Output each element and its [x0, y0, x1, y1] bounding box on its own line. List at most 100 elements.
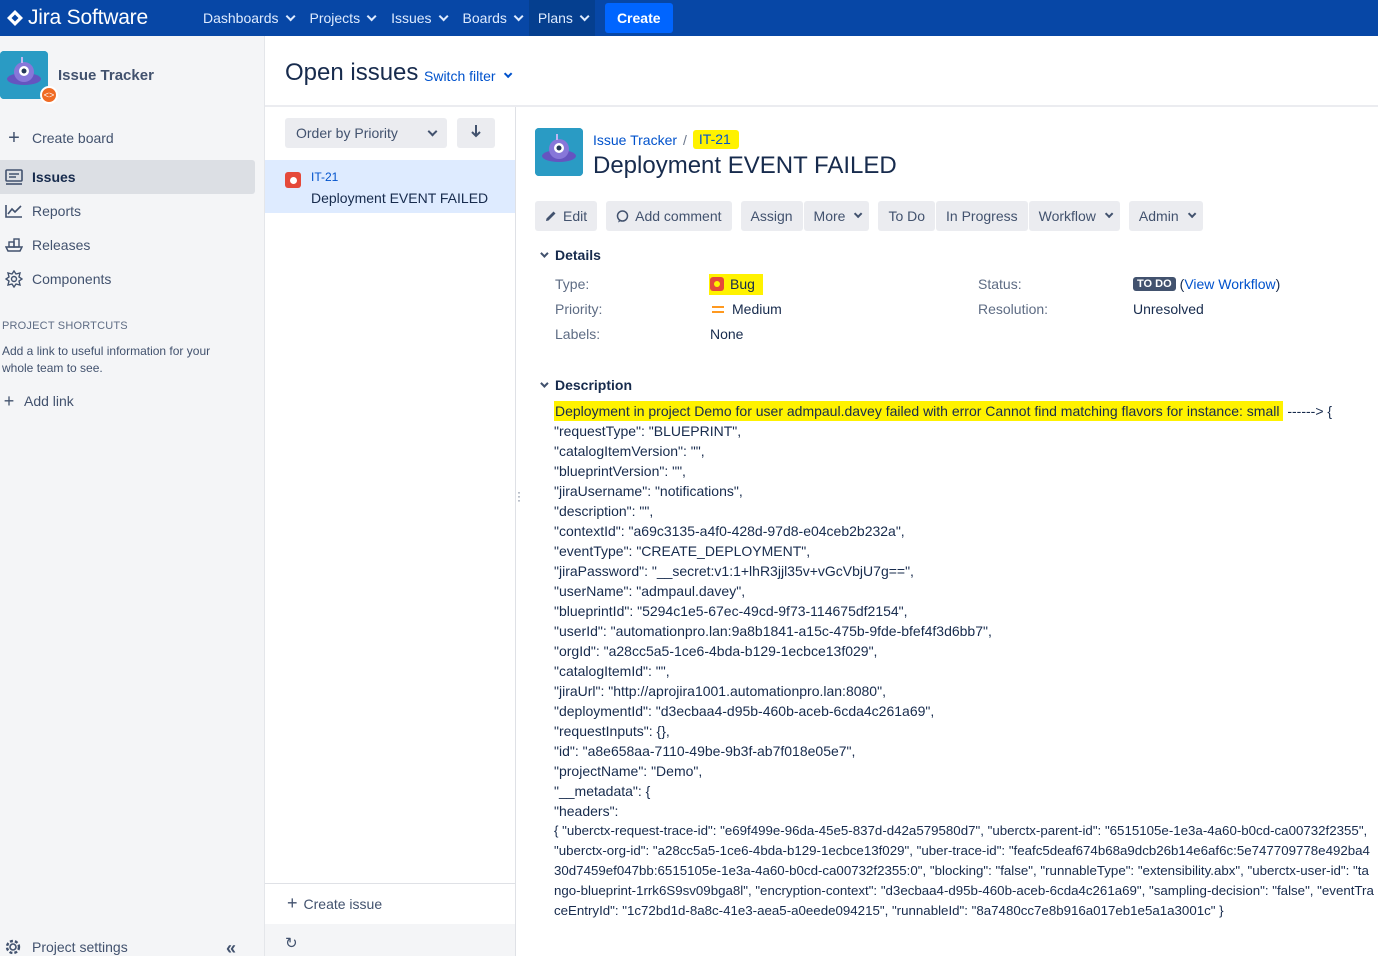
description-line: "projectName": "Demo",: [554, 763, 703, 779]
nav-issues[interactable]: Issues: [382, 0, 453, 36]
list-footer-bar: ↻: [265, 924, 515, 956]
description-heading: Description: [555, 377, 633, 393]
order-by-dropdown[interactable]: Order by Priority: [285, 118, 447, 148]
nav-plans[interactable]: Plans: [528, 0, 595, 36]
issue-toolbar: Edit Add comment Assign More To Do In Pr…: [535, 201, 1204, 231]
description-line: "blueprintId": "5294c1e5-67ec-49cd-9f73-…: [554, 603, 908, 619]
issue-detail-panel: Issue Tracker / IT-21 Deployment EVENT F…: [516, 107, 1378, 956]
create-board-link[interactable]: + Create board: [0, 121, 255, 155]
priority-label: Priority:: [555, 301, 603, 317]
workflow-label: Workflow: [1038, 208, 1096, 224]
description-line: "deploymentId": "d3ecbaa4-d95b-460b-aceb…: [554, 703, 935, 719]
nav-dashboards[interactable]: Dashboards: [194, 0, 301, 36]
list-item[interactable]: IT-21 Deployment EVENT FAILED: [265, 160, 515, 213]
chevron-down-icon: [1104, 209, 1114, 219]
sidebar-item-reports-label: Reports: [32, 203, 82, 219]
create-button[interactable]: Create: [604, 3, 673, 33]
create-issue-button[interactable]: + Create issue: [265, 883, 515, 923]
more-label: More: [813, 208, 846, 224]
in-progress-button[interactable]: In Progress: [936, 201, 1028, 231]
admin-button[interactable]: Admin: [1128, 201, 1203, 231]
breadcrumb-project-link[interactable]: Issue Tracker: [593, 132, 677, 148]
description-line: "jiraUrl": "http://aprojira1001.automati…: [554, 683, 886, 699]
description-line: "headers":: [554, 803, 619, 819]
sidebar-item-issues-label: Issues: [32, 169, 76, 185]
description-line: "id": "a8e658aa-7110-49be-9b3f-ab7f018e0…: [554, 743, 856, 759]
issues-icon: [4, 169, 24, 185]
chevron-down-icon: [285, 10, 296, 21]
view-workflow-link[interactable]: View Workflow: [1184, 276, 1275, 292]
to-do-button[interactable]: To Do: [878, 201, 936, 231]
jira-diamond-icon: [4, 7, 26, 29]
sidebar-item-reports[interactable]: Reports: [0, 194, 255, 228]
pencil-icon: [545, 210, 557, 222]
project-header[interactable]: <> Issue Tracker: [0, 51, 154, 104]
sidebar-item-components-label: Components: [32, 271, 112, 287]
arrow-down-icon: [470, 124, 482, 143]
chevron-down-icon: [535, 247, 551, 263]
sidebar-item-releases-label: Releases: [32, 237, 91, 253]
project-sidebar: <> Issue Tracker + Create board Issues R…: [0, 36, 265, 956]
chevron-down-icon: [854, 209, 863, 219]
project-shortcuts-heading: PROJECT SHORTCUTS: [2, 320, 128, 332]
nav-projects[interactable]: Projects: [301, 0, 383, 36]
sidebar-item-issues[interactable]: Issues: [0, 160, 255, 194]
details-section-toggle[interactable]: Details: [535, 247, 601, 263]
collapse-sidebar-icon[interactable]: «: [226, 938, 236, 956]
priority-value-text: Medium: [732, 301, 782, 317]
description-line: "blueprintVersion": "",: [554, 463, 686, 479]
nav-plans-label: Plans: [537, 10, 573, 26]
description-line: "contextId": "a69c3135-a4f0-428d-97d8-e0…: [554, 523, 905, 539]
description-body[interactable]: Deployment in project Demo for user admp…: [554, 401, 1374, 921]
issue-title[interactable]: Deployment EVENT FAILED: [593, 152, 897, 180]
workflow-button[interactable]: Workflow: [1028, 201, 1120, 231]
top-navigation: Jira Software Dashboards Projects Issues…: [0, 0, 1378, 36]
chevron-down-icon: [535, 377, 551, 393]
breadcrumb-issue-key[interactable]: IT-21: [692, 130, 739, 149]
description-line: "jiraPassword": "__secret:v1:1+lhR3jjl35…: [554, 563, 914, 579]
project-name: Issue Tracker: [58, 66, 154, 84]
sidebar-item-components[interactable]: Components: [0, 262, 255, 296]
edit-label: Edit: [563, 208, 588, 224]
status-value: TO DO (View Workflow): [1133, 276, 1280, 292]
plus-icon: +: [287, 893, 298, 913]
project-settings-link[interactable]: Project settings: [4, 938, 128, 956]
edit-button[interactable]: Edit: [535, 201, 598, 231]
description-line: "catalogItemId": "",: [554, 663, 670, 679]
switch-filter-button[interactable]: Switch filter: [424, 68, 512, 84]
refresh-icon[interactable]: ↻: [285, 934, 298, 952]
description-line: "userId": "automationpro.lan:9a8b1841-a1…: [554, 623, 992, 639]
type-highlight: Bug: [709, 274, 763, 295]
sidebar-item-releases[interactable]: Releases: [0, 228, 255, 262]
issue-key[interactable]: IT-21: [311, 170, 338, 184]
project-avatar: <>: [0, 51, 58, 104]
project-shortcuts-description: Add a link to useful information for you…: [2, 344, 211, 375]
releases-icon: [4, 238, 24, 252]
project-settings-label: Project settings: [32, 939, 128, 955]
sort-direction-button[interactable]: [457, 118, 495, 148]
chevron-down-icon: [427, 126, 438, 137]
nav-projects-label: Projects: [309, 10, 361, 26]
add-link-button[interactable]: + Add link: [0, 384, 255, 418]
project-avatar: [535, 128, 583, 176]
description-highlight: Deployment in project Demo for user admp…: [554, 401, 1284, 421]
type-value-text: Bug: [730, 276, 755, 292]
nav-issues-label: Issues: [391, 10, 432, 26]
bug-icon: [285, 172, 301, 188]
more-button[interactable]: More: [803, 201, 870, 231]
issue-summary: Deployment EVENT FAILED: [311, 190, 489, 206]
add-comment-button[interactable]: Add comment: [606, 201, 732, 231]
jira-logo[interactable]: Jira Software: [0, 0, 190, 36]
medium-priority-icon: [712, 304, 724, 314]
assign-button[interactable]: Assign: [740, 201, 803, 231]
plus-icon: +: [3, 390, 15, 411]
description-headers-block: { "uberctx-request-trace-id": "e69f499e-…: [554, 823, 1374, 918]
chevron-down-icon: [1187, 209, 1196, 219]
page-title: Open issues: [285, 59, 419, 86]
description-line: "userName": "admpaul.davey",: [554, 583, 746, 599]
description-line: "orgId": "a28cc5a5-1ce6-4bda-b129-1ecbce…: [554, 643, 878, 659]
admin-label: Admin: [1138, 208, 1179, 224]
nav-boards[interactable]: Boards: [454, 0, 529, 36]
nav-dashboards-label: Dashboards: [203, 10, 279, 26]
description-section-toggle[interactable]: Description: [535, 377, 632, 393]
